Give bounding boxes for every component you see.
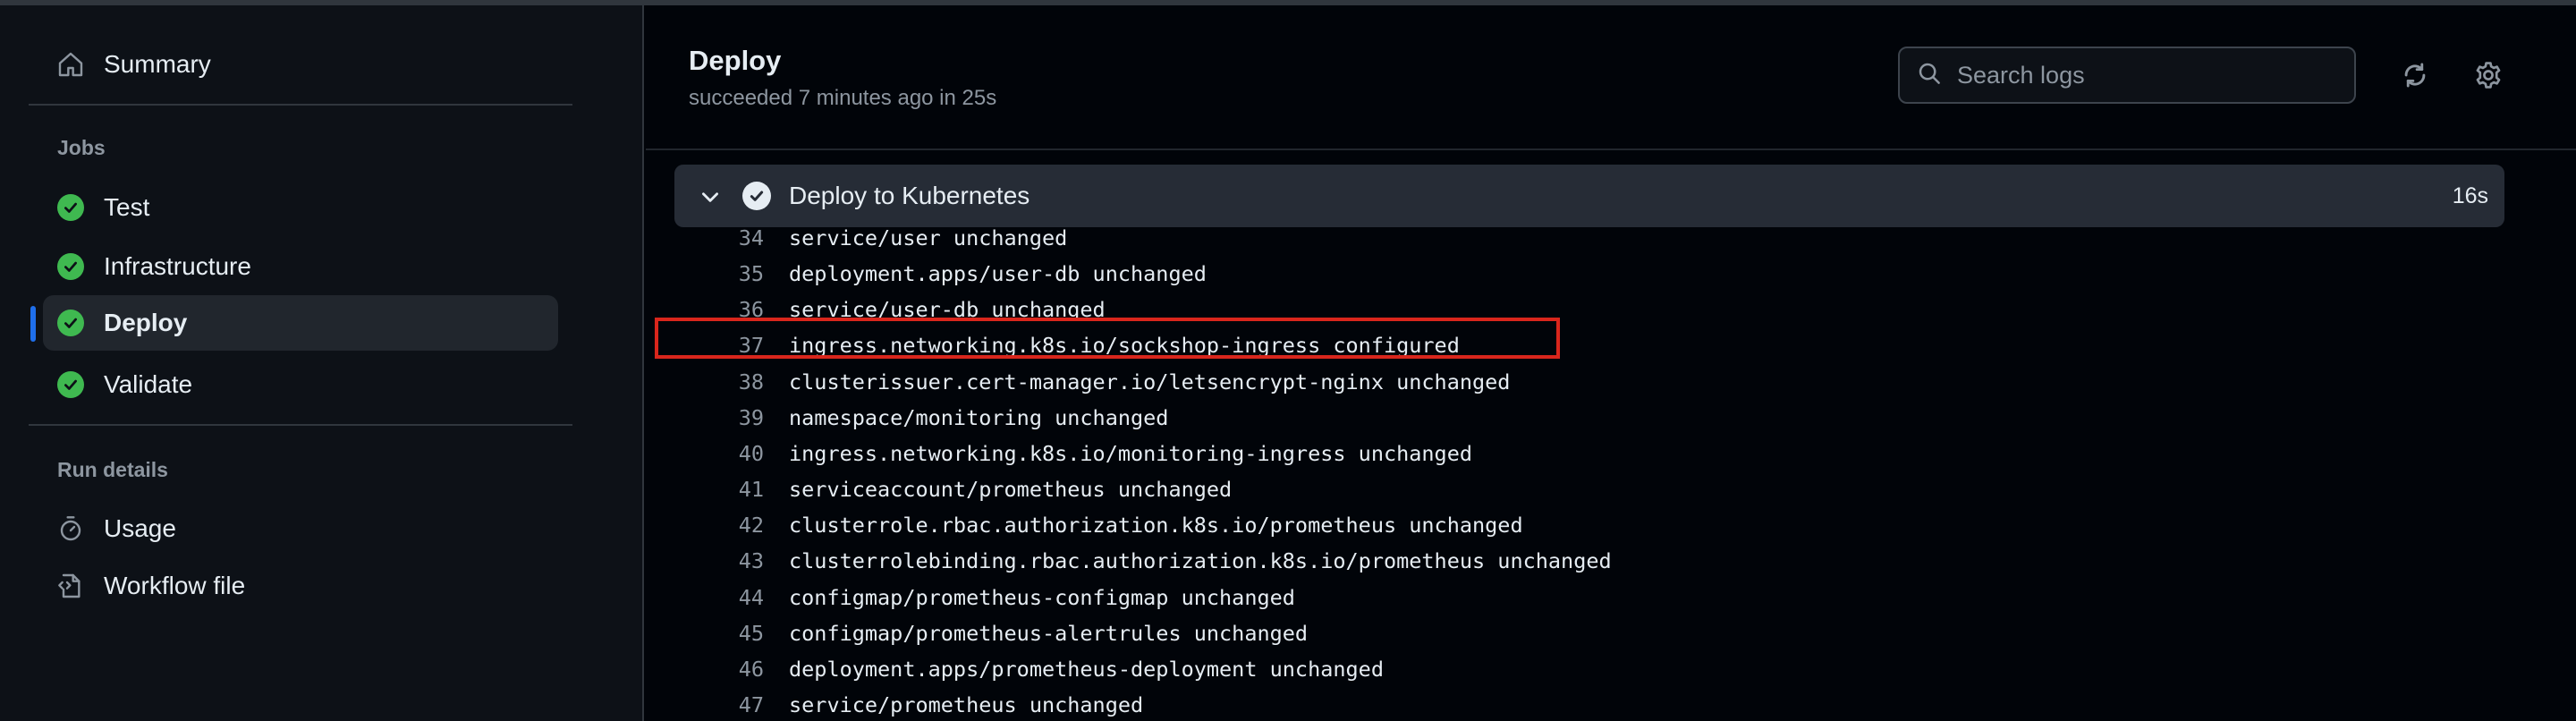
chevron-down-icon[interactable] xyxy=(694,181,726,213)
log-line[interactable]: 45 configmap/prometheus-alertrules unchan… xyxy=(646,615,2524,651)
log-line-number[interactable]: 41 xyxy=(682,477,764,502)
jobs-heading: Jobs xyxy=(57,136,106,159)
log-line[interactable]: 47 service/prometheus unchanged xyxy=(646,687,2524,721)
log-line[interactable]: 41 serviceaccount/prometheus unchanged xyxy=(646,471,2524,507)
log-line-text: deployment.apps/prometheus-deployment un… xyxy=(789,656,1384,682)
search-box[interactable] xyxy=(1898,47,2356,104)
check-circle-icon xyxy=(55,369,86,400)
sidebar-item-label: Summary xyxy=(104,50,211,78)
check-circle-icon xyxy=(55,308,86,338)
sidebar-item-label: Validate xyxy=(104,370,193,398)
log-line-text: configmap/prometheus-configmap unchanged xyxy=(789,584,1295,610)
sidebar-item-label: Deploy xyxy=(104,309,188,336)
main-panel: Deploy succeeded 7 minutes ago in 25s Se… xyxy=(646,5,2576,721)
sidebar-item-deploy[interactable]: Deploy xyxy=(30,295,558,351)
search-icon xyxy=(1916,60,1943,91)
log-line-text: configmap/prometheus-alertrules unchange… xyxy=(789,620,1309,646)
settings-button[interactable] xyxy=(2470,59,2506,95)
sidebar-item-infrastructure[interactable]: Infrastructure xyxy=(43,239,558,294)
log-line-text: service/user unchanged xyxy=(789,227,1068,250)
log-line[interactable]: 39 namespace/monitoring unchanged xyxy=(646,400,2524,436)
log-line-text: ingress.networking.k8s.io/monitoring-ing… xyxy=(789,440,1473,466)
log-line[interactable]: 35 deployment.apps/user-db unchanged xyxy=(646,256,2524,292)
step-header-deploy-to-kubernetes[interactable]: Deploy to Kubernetes 16s xyxy=(674,165,2504,227)
log-line-number[interactable]: 44 xyxy=(682,585,764,610)
highlighted-log-line-annotation xyxy=(655,318,1560,359)
log-line[interactable]: 46 deployment.apps/prometheus-deployment … xyxy=(646,651,2524,687)
sidebar-item-test[interactable]: Test xyxy=(43,180,558,235)
log-line-text: serviceaccount/prometheus unchanged xyxy=(789,477,1233,503)
log-line-text: clusterrole.rbac.authorization.k8s.io/pr… xyxy=(789,513,1523,539)
sidebar-item-label: Test xyxy=(104,193,150,221)
log-line-number[interactable]: 45 xyxy=(682,621,764,646)
run-details-heading: Run details xyxy=(57,458,168,481)
log-line-number[interactable]: 40 xyxy=(682,441,764,466)
step-name: Deploy to Kubernetes xyxy=(789,182,1030,209)
log-line-text: clusterrolebinding.rbac.authorization.k8… xyxy=(789,548,1612,574)
refresh-icon xyxy=(2400,60,2430,95)
log-line-number[interactable]: 38 xyxy=(682,369,764,394)
log-output: 34 service/user unchanged 35 deployment.app… xyxy=(646,227,2576,721)
check-circle-icon xyxy=(742,182,771,210)
sidebar-item-summary[interactable]: Summary xyxy=(43,37,558,92)
header-divider xyxy=(646,148,2576,150)
log-line[interactable]: 44 configmap/prometheus-configmap unchang… xyxy=(646,580,2524,615)
log-line-text: deployment.apps/user-db unchanged xyxy=(789,261,1207,287)
gear-icon xyxy=(2473,60,2504,95)
log-line-text: service/prometheus unchanged xyxy=(789,691,1144,717)
sidebar-item-label: Workflow file xyxy=(104,572,246,599)
log-line-number[interactable]: 39 xyxy=(682,405,764,430)
log-line-text: namespace/monitoring unchanged xyxy=(789,404,1169,430)
home-icon xyxy=(55,49,86,80)
sidebar-divider xyxy=(29,104,572,106)
sidebar-item-label: Usage xyxy=(104,514,176,542)
log-line[interactable]: 43 clusterrolebinding.rbac.authorization.… xyxy=(646,543,2524,579)
log-line[interactable]: 40 ingress.networking.k8s.io/monitoring-i… xyxy=(646,436,2524,471)
log-line[interactable]: 38 clusterissuer.cert-manager.io/letsencr… xyxy=(646,364,2524,400)
sidebar-item-validate[interactable]: Validate xyxy=(43,357,558,412)
run-status-subtitle: succeeded 7 minutes ago in 25s xyxy=(689,86,997,110)
sidebar-divider xyxy=(29,424,572,426)
check-circle-icon xyxy=(55,192,86,223)
refresh-button[interactable] xyxy=(2397,59,2433,95)
sidebar-item-usage[interactable]: Usage xyxy=(43,501,558,556)
step-duration: 16s xyxy=(2452,183,2488,208)
stopwatch-icon xyxy=(55,513,86,544)
log-line-number[interactable]: 43 xyxy=(682,548,764,573)
log-line-number[interactable]: 35 xyxy=(682,261,764,286)
log-line-number[interactable]: 47 xyxy=(682,692,764,717)
sidebar: Summary Jobs Test Infrastructure Deploy … xyxy=(0,5,644,721)
log-line-number[interactable]: 42 xyxy=(682,513,764,538)
search-input[interactable] xyxy=(1955,60,2334,90)
file-code-icon xyxy=(55,571,86,601)
sidebar-item-label: Infrastructure xyxy=(104,252,251,280)
check-circle-icon xyxy=(55,251,86,282)
page-title: Deploy xyxy=(689,45,782,76)
sidebar-item-workflow-file[interactable]: Workflow file xyxy=(43,558,558,614)
log-line[interactable]: 34 service/user unchanged xyxy=(646,227,2524,256)
log-line[interactable]: 42 clusterrole.rbac.authorization.k8s.io/… xyxy=(646,507,2524,543)
log-line-text: clusterissuer.cert-manager.io/letsencryp… xyxy=(789,369,1511,394)
log-line-number[interactable]: 46 xyxy=(682,657,764,682)
log-line-number[interactable]: 34 xyxy=(682,227,764,250)
